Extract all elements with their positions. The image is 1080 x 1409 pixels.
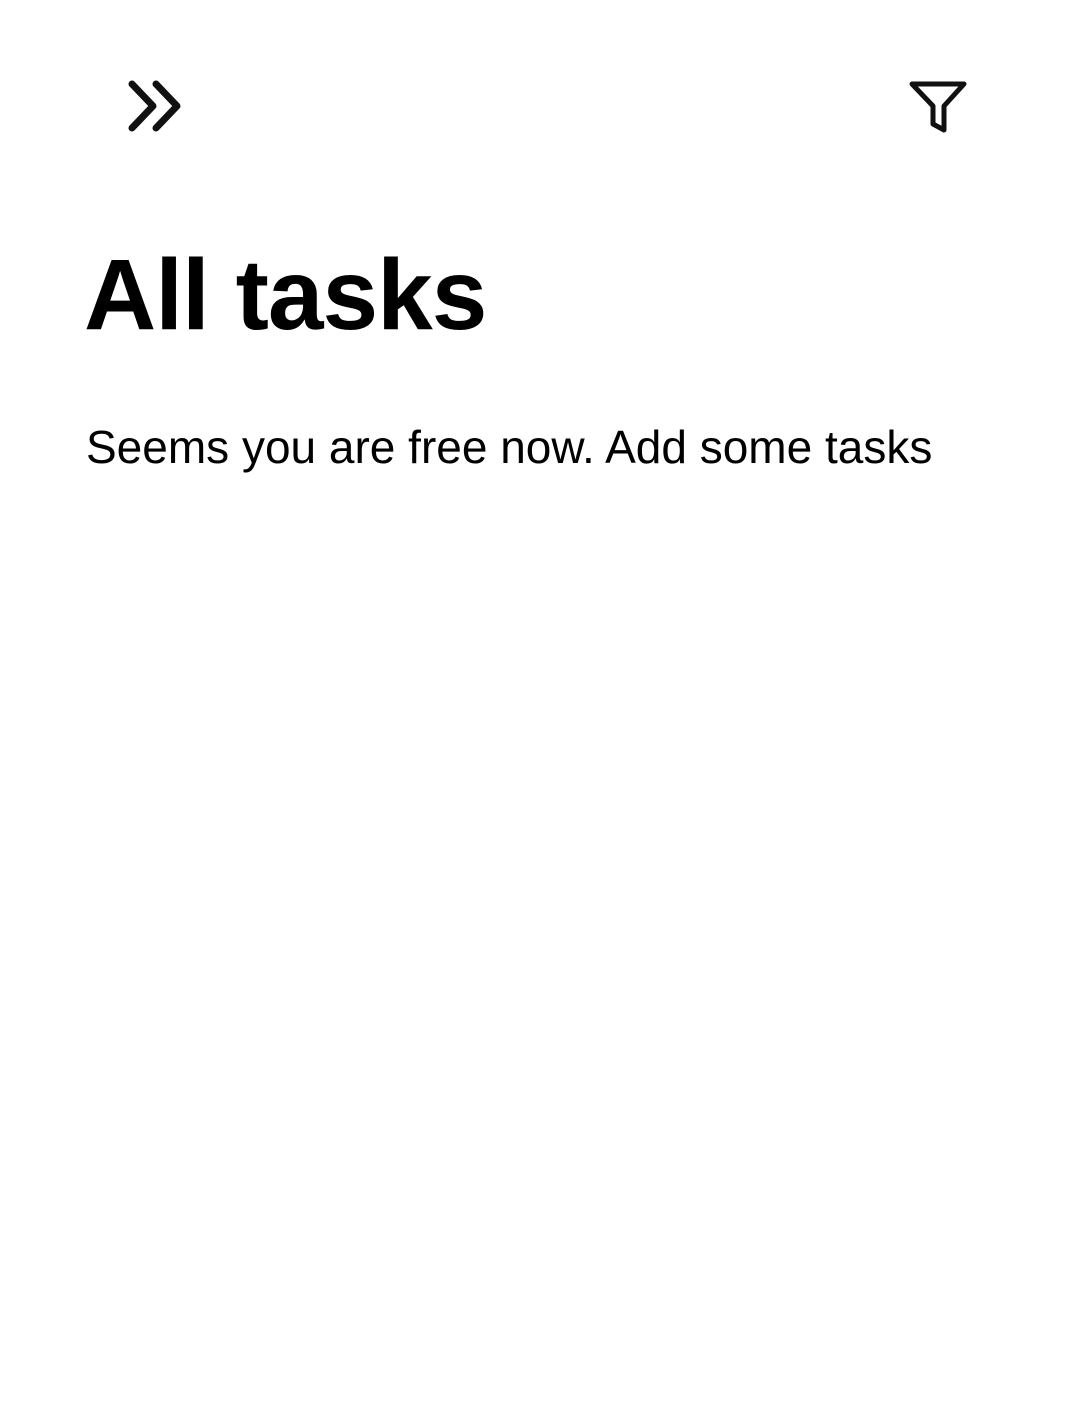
expand-menu-button[interactable]: [108, 64, 204, 152]
filter-funnel-icon: [908, 80, 968, 141]
empty-state-message: Seems you are free now. Add some tasks: [86, 421, 933, 473]
filter-button[interactable]: [890, 64, 986, 156]
double-chevron-right-icon: [126, 78, 186, 139]
page-title: All tasks: [84, 239, 487, 351]
